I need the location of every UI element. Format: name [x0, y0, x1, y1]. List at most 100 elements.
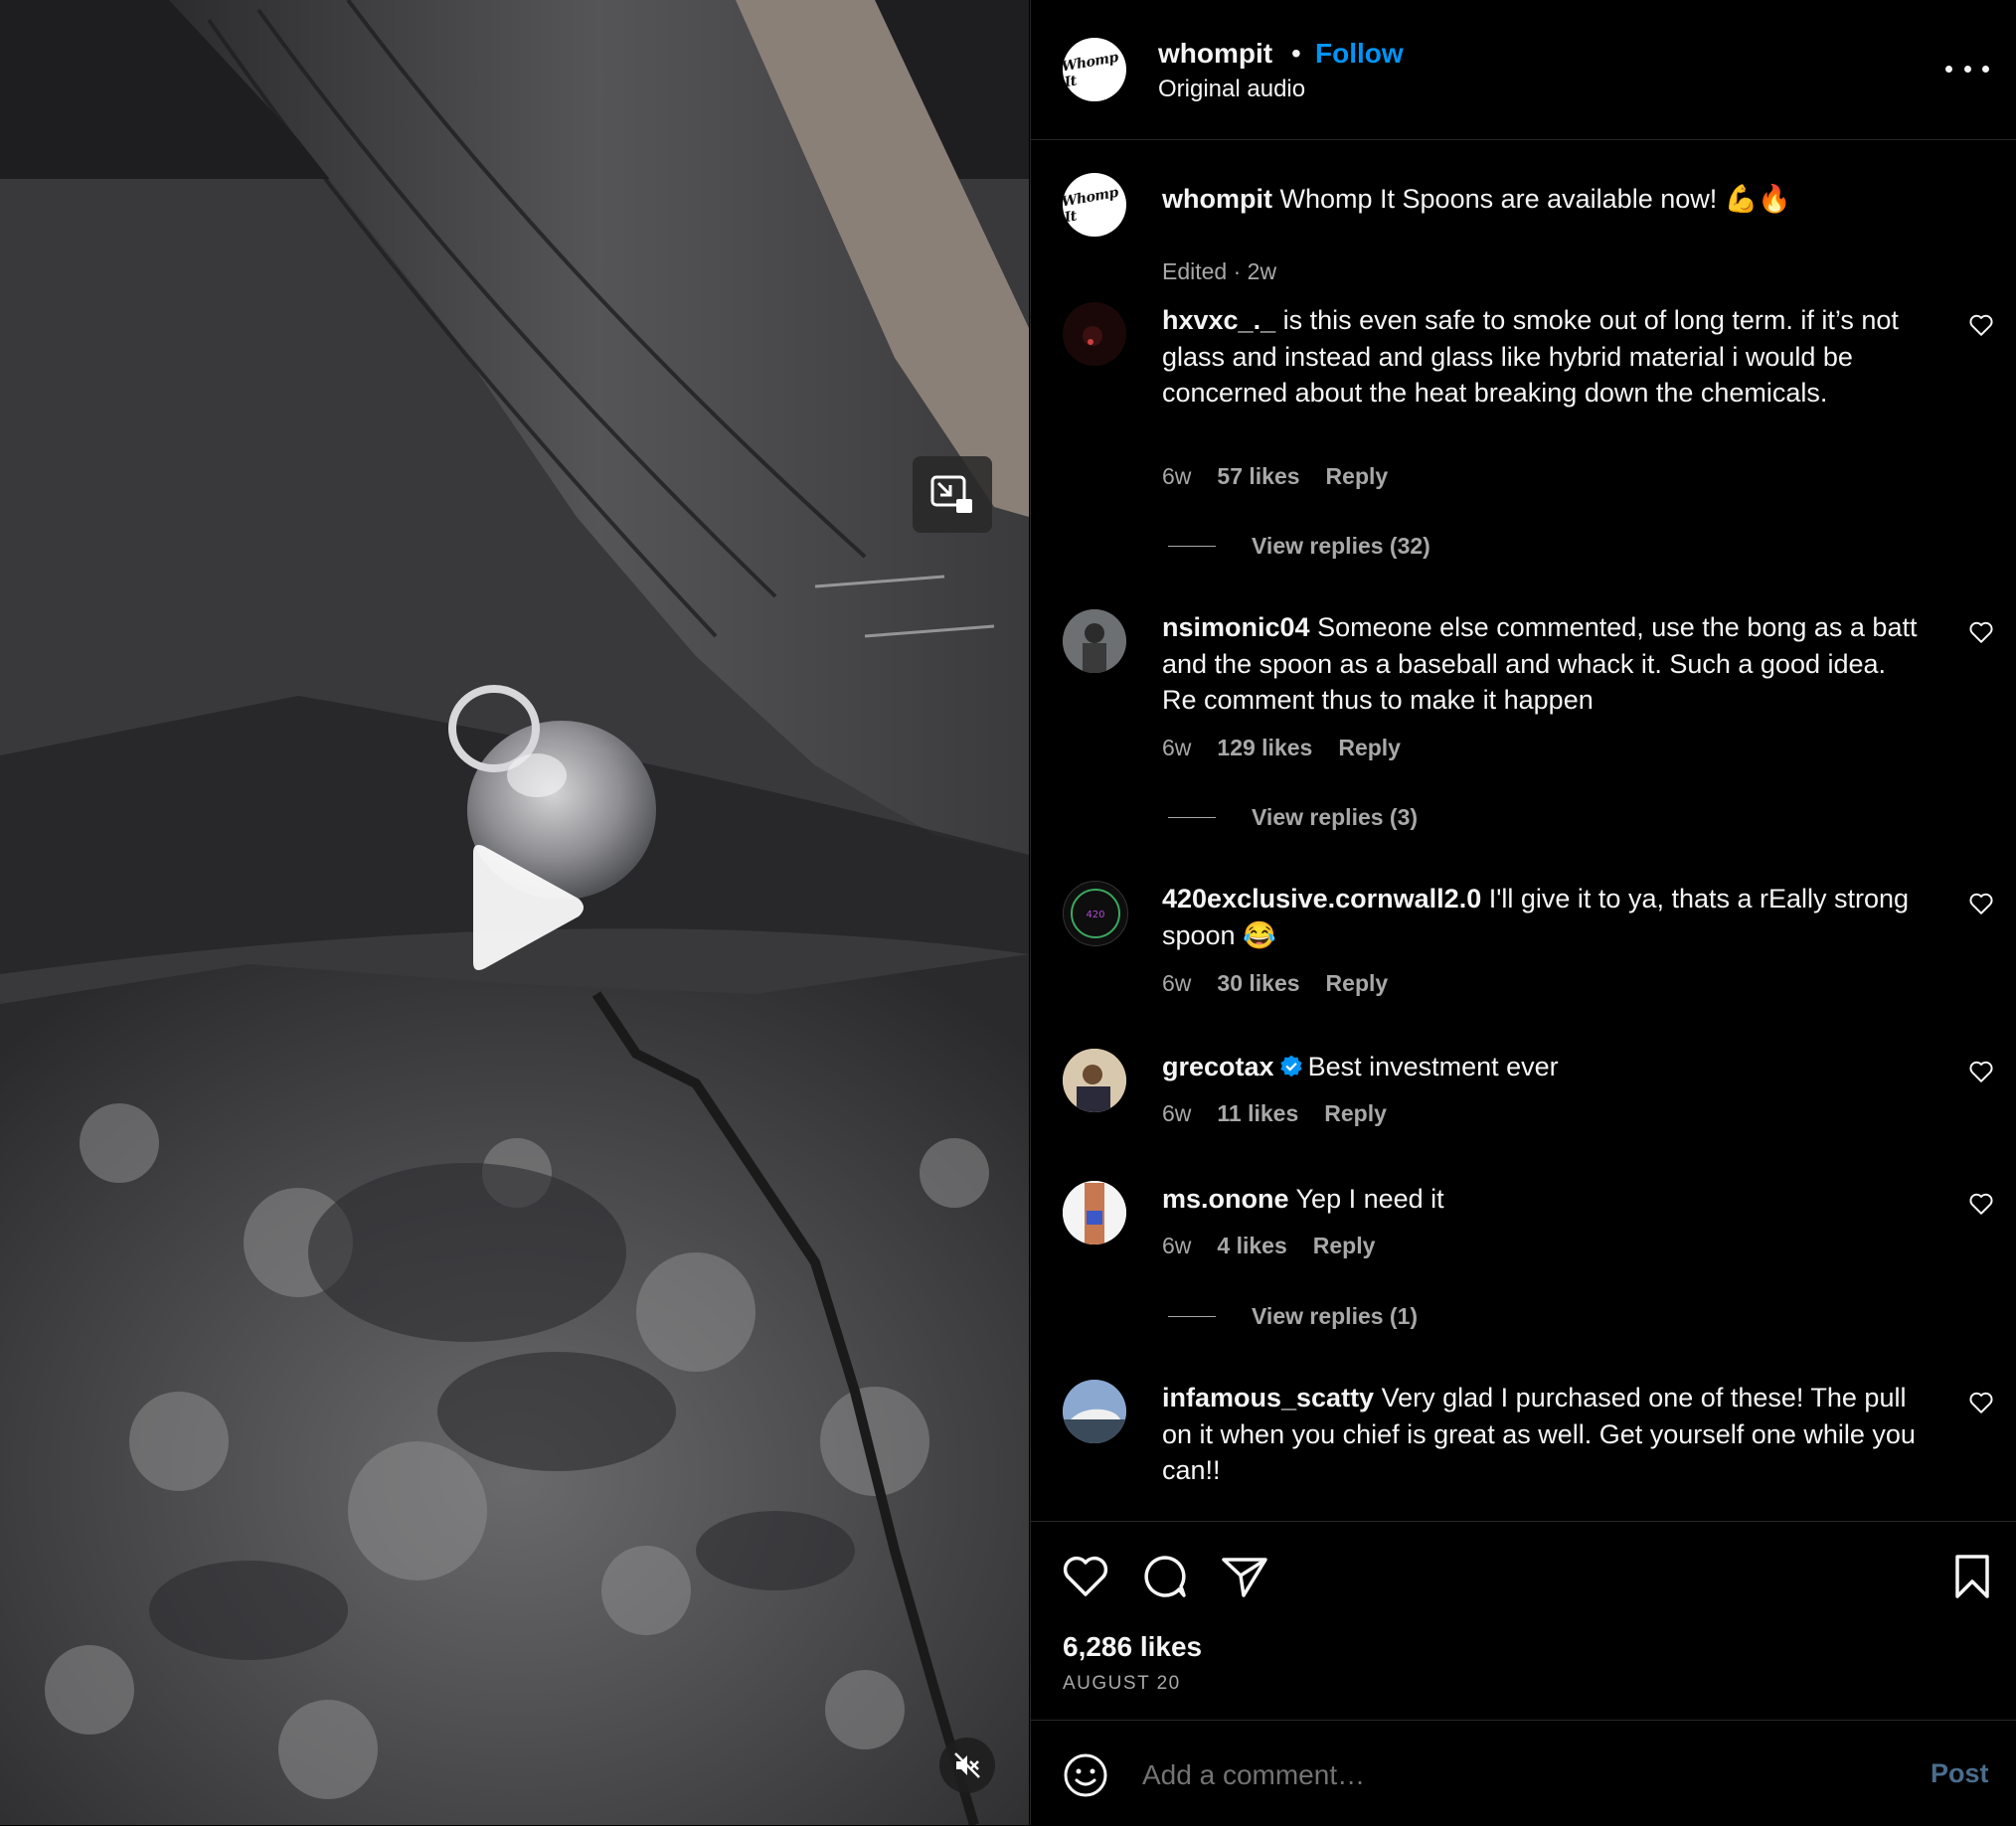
comment-composer: Post	[1031, 1720, 2016, 1826]
caption-username[interactable]: whompit	[1162, 184, 1272, 214]
post-comment-button[interactable]: Post	[1931, 1758, 1989, 1789]
audio-label[interactable]: Original audio	[1158, 76, 1305, 103]
reply-button[interactable]: Reply	[1324, 1100, 1387, 1127]
brand-logo: Whomp It	[1063, 49, 1119, 91]
verified-badge-icon	[1279, 1055, 1302, 1078]
comment-username[interactable]: ms.onone	[1162, 1184, 1289, 1214]
comment-meta: 6w 30 likes Reply	[1162, 970, 1388, 997]
avatar-image	[1063, 1181, 1126, 1245]
caption-body: Whomp It Spoons are available now! 💪🔥	[1279, 184, 1791, 214]
reply-button[interactable]: Reply	[1338, 735, 1401, 761]
comment-input[interactable]	[1140, 1750, 1860, 1800]
comment-body: Yep I need it	[1295, 1184, 1444, 1214]
view-replies-label: View replies (3)	[1252, 804, 1419, 830]
avatar-image	[1063, 1049, 1126, 1112]
comment-time: 6w	[1162, 1100, 1192, 1126]
avatar-image	[1083, 326, 1102, 346]
follow-button[interactable]: Follow	[1315, 38, 1404, 70]
caption-edited: Edited · 2w	[1162, 258, 1277, 284]
view-replies-button[interactable]: View replies (32)	[1168, 533, 1430, 560]
caption-text: whompit Whomp It Spoons are available no…	[1162, 181, 1928, 218]
comment-username[interactable]: hxvxc_._	[1162, 305, 1275, 335]
view-replies-button[interactable]: View replies (1)	[1168, 1303, 1418, 1330]
post-details-panel: Whomp It whompit • Follow Original audio…	[1030, 0, 2016, 1825]
avatar-image	[1063, 609, 1126, 673]
comment-meta: 6w 4 likes Reply	[1162, 1233, 1375, 1259]
comment-time: 6w	[1162, 735, 1192, 760]
replies-divider	[1168, 817, 1216, 818]
view-replies-label: View replies (32)	[1252, 533, 1430, 559]
comment-avatar[interactable]	[1063, 609, 1126, 673]
avatar-image	[1063, 1380, 1126, 1443]
view-replies-label: View replies (1)	[1252, 1303, 1419, 1329]
comment-likes[interactable]: 4 likes	[1217, 1233, 1286, 1259]
more-options-button[interactable]	[1945, 52, 1989, 85]
reply-button[interactable]: Reply	[1326, 970, 1389, 997]
caption-meta: Edited · 2w	[1162, 258, 1276, 285]
more-dot	[1963, 65, 1971, 73]
more-horizontal-icon	[1945, 65, 1952, 73]
caption-avatar[interactable]: Whomp It	[1063, 173, 1126, 237]
comment-time: 6w	[1162, 970, 1192, 996]
comment-body: Best investment ever	[1307, 1052, 1559, 1081]
reply-button[interactable]: Reply	[1326, 463, 1389, 490]
comment-username[interactable]: nsimonic04	[1162, 612, 1310, 642]
avatar-image: 420	[1071, 889, 1120, 938]
comment-bubble-icon[interactable]	[1140, 1552, 1190, 1601]
comment-likes[interactable]: 11 likes	[1217, 1100, 1298, 1127]
comment-username[interactable]: infamous_scatty	[1162, 1383, 1374, 1412]
like-comment-icon[interactable]	[1968, 1059, 1994, 1084]
replies-divider	[1168, 1316, 1216, 1317]
view-replies-button[interactable]: View replies (3)	[1168, 804, 1418, 831]
comment-avatar[interactable]	[1063, 1181, 1126, 1245]
comment-avatar[interactable]: 420	[1063, 881, 1128, 946]
post-date: AUGUST 20	[1063, 1673, 1181, 1694]
comment-meta: 6w 57 likes Reply	[1162, 463, 1388, 490]
like-comment-icon[interactable]	[1968, 891, 1994, 916]
comment-time: 6w	[1162, 1233, 1192, 1258]
likes-count[interactable]: 6,286 likes	[1063, 1631, 1202, 1663]
video-player[interactable]	[0, 0, 1029, 1825]
comment-text: nsimonic04 Someone else commented, use t…	[1162, 609, 1928, 719]
comment-text: 420exclusive.cornwall2.0 I'll give it to…	[1162, 881, 1928, 953]
like-comment-icon[interactable]	[1968, 1390, 1994, 1415]
picture-in-picture-icon	[930, 475, 972, 513]
speaker-muted-icon	[954, 1752, 980, 1778]
comment-meta: 6w 129 likes Reply	[1162, 735, 1401, 761]
comments-list[interactable]: Whomp It whompit Whomp It Spoons are ava…	[1031, 140, 2016, 1520]
post-actions: 6,286 likes AUGUST 20	[1031, 1521, 2016, 1721]
comment-likes[interactable]: 30 likes	[1217, 970, 1299, 997]
svg-text:420: 420	[1086, 910, 1104, 920]
comment-username[interactable]: 420exclusive.cornwall2.0	[1162, 884, 1481, 913]
comment-avatar[interactable]	[1063, 1049, 1126, 1112]
reply-button[interactable]: Reply	[1313, 1233, 1376, 1259]
comment-likes[interactable]: 129 likes	[1217, 735, 1312, 761]
picture-in-picture-button[interactable]	[913, 456, 992, 533]
comment-likes[interactable]: 57 likes	[1217, 463, 1299, 490]
comment-avatar[interactable]	[1063, 302, 1126, 366]
heart-icon[interactable]	[1061, 1552, 1110, 1601]
like-comment-icon[interactable]	[1968, 619, 1994, 645]
mute-button[interactable]	[939, 1738, 995, 1793]
comment-text: hxvxc_._ is this even safe to smoke out …	[1162, 302, 1928, 412]
play-icon	[473, 845, 584, 970]
paper-plane-icon[interactable]	[1220, 1552, 1269, 1601]
more-dot	[1982, 65, 1989, 73]
brand-logo: Whomp It	[1063, 184, 1119, 227]
comment-avatar[interactable]	[1063, 1380, 1126, 1443]
comment-time: 6w	[1162, 463, 1192, 489]
author-avatar[interactable]: Whomp It	[1063, 38, 1126, 101]
separator-dot: •	[1291, 38, 1301, 69]
like-comment-icon[interactable]	[1968, 1191, 1994, 1217]
emoji-smiley-icon[interactable]	[1063, 1752, 1108, 1798]
like-comment-icon[interactable]	[1968, 312, 1994, 338]
replies-divider	[1168, 546, 1216, 547]
bookmark-icon[interactable]	[1947, 1552, 1997, 1601]
comment-text: grecotax Best investment ever	[1162, 1049, 1928, 1085]
post-header: Whomp It whompit • Follow Original audio	[1031, 0, 2016, 140]
comment-text: ms.onone Yep I need it	[1162, 1181, 1928, 1218]
author-username[interactable]: whompit	[1158, 38, 1272, 70]
comment-username[interactable]: grecotax	[1162, 1052, 1274, 1081]
play-button[interactable]	[459, 841, 588, 975]
comment-meta: 6w 11 likes Reply	[1162, 1100, 1387, 1127]
